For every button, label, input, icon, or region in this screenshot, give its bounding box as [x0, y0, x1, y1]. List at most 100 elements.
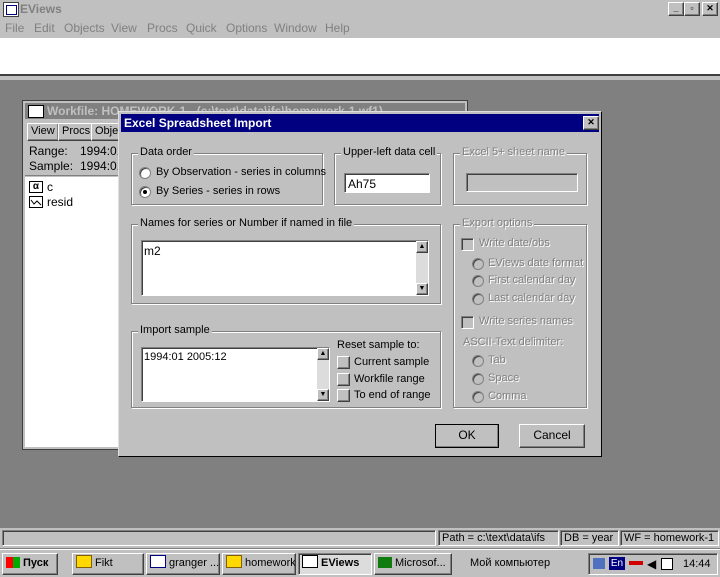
comma-radio[interactable]: [472, 391, 484, 403]
last-day-radio[interactable]: [472, 293, 484, 305]
dialog-close-button[interactable]: ✕: [583, 116, 599, 130]
restore-button[interactable]: ▫: [684, 2, 700, 16]
workfile-view-button[interactable]: View: [27, 123, 59, 141]
sample-scrollbar[interactable]: ▲ ▼: [317, 348, 329, 401]
ok-button[interactable]: OK: [435, 424, 499, 448]
task-excel[interactable]: Microsof...: [374, 553, 452, 575]
menu-help[interactable]: Help: [325, 21, 350, 35]
coef-icon: α: [29, 181, 43, 193]
names-group: Names for series or Number if named in f…: [131, 217, 441, 304]
task-fikt[interactable]: Fikt: [72, 553, 144, 575]
eviews-date-radio[interactable]: [472, 258, 484, 270]
menu-view[interactable]: View: [111, 21, 137, 35]
status-path: Path = c:\text\data\ifs: [438, 530, 559, 546]
end-of-range-label[interactable]: To end of range: [354, 389, 430, 401]
clock: 14:44: [683, 558, 711, 570]
upper-left-input[interactable]: Ah75: [344, 173, 430, 193]
eviews-app-icon: [3, 2, 19, 17]
dialog-titlebar: Excel Spreadsheet Import ✕: [121, 114, 599, 132]
current-sample-label[interactable]: Current sample: [354, 356, 429, 368]
space-radio[interactable]: [472, 373, 484, 385]
write-date-label[interactable]: Write date/obs: [479, 237, 550, 249]
import-sample-label: Import sample: [138, 324, 212, 336]
names-scrollbar[interactable]: ▲ ▼: [416, 241, 428, 295]
by-observation-radio[interactable]: [139, 167, 151, 179]
scroll-up-icon[interactable]: ▲: [416, 241, 428, 253]
language-indicator[interactable]: En: [609, 557, 625, 570]
scroll-down-icon[interactable]: ▼: [317, 389, 329, 401]
windows-logo-icon: [6, 557, 20, 568]
object-c[interactable]: c: [47, 180, 53, 194]
reset-sample-label: Reset sample to:: [337, 339, 420, 351]
comma-label[interactable]: Comma: [488, 390, 527, 402]
network-icon[interactable]: [593, 558, 605, 569]
folder-icon: [226, 555, 242, 568]
import-sample-textarea[interactable]: 1994:01 2005:12 ▲ ▼: [141, 347, 330, 402]
sheet-name-label: Excel 5+ sheet name: [460, 146, 568, 158]
task-granger[interactable]: granger ...: [146, 553, 220, 575]
tray-my-computer[interactable]: Мой компьютер: [470, 557, 550, 569]
taskbar: Пуск Fikt granger ... homework EViews Mi…: [0, 549, 720, 577]
last-day-label[interactable]: Last calendar day: [488, 292, 575, 304]
tab-label[interactable]: Tab: [488, 354, 506, 366]
command-divider: [0, 76, 720, 80]
sheet-name-group: Excel 5+ sheet name: [453, 146, 587, 205]
volume-icon[interactable]: ◀: [647, 558, 656, 570]
tab-radio[interactable]: [472, 355, 484, 367]
sheet-name-input[interactable]: [466, 173, 578, 192]
eviews-date-label[interactable]: EViews date format: [488, 257, 583, 269]
start-button[interactable]: Пуск: [2, 553, 58, 575]
by-series-label[interactable]: By Series - series in rows: [156, 185, 280, 197]
close-button[interactable]: ✕: [702, 2, 718, 16]
menu-file[interactable]: File: [5, 21, 24, 35]
names-value: m2: [144, 244, 161, 258]
cancel-button[interactable]: Cancel: [519, 424, 585, 448]
workfile-icon: [28, 105, 44, 118]
scroll-up-icon[interactable]: ▲: [317, 348, 329, 360]
workfile-range-label[interactable]: Workfile range: [354, 373, 425, 385]
menu-window[interactable]: Window: [274, 21, 317, 35]
scheduler-icon[interactable]: [661, 558, 673, 570]
status-db: DB = year: [560, 530, 619, 546]
first-day-label[interactable]: First calendar day: [488, 274, 575, 286]
write-names-checkbox[interactable]: [461, 316, 474, 329]
by-observation-label[interactable]: By Observation - series in columns: [156, 166, 326, 178]
space-label[interactable]: Space: [488, 372, 519, 384]
current-sample-button[interactable]: [337, 356, 350, 369]
first-day-radio[interactable]: [472, 275, 484, 287]
write-names-label[interactable]: Write series names: [479, 315, 573, 327]
workfile-range-button[interactable]: [337, 373, 350, 386]
upper-left-group: Upper-left data cell Ah75: [334, 146, 441, 205]
write-date-checkbox[interactable]: [461, 238, 474, 251]
start-label: Пуск: [23, 557, 49, 569]
object-resid[interactable]: resid: [47, 195, 73, 209]
workfile-object-list: [25, 177, 121, 447]
menu-procs[interactable]: Procs: [147, 21, 178, 35]
range-label: Range:: [29, 144, 68, 158]
menu-edit[interactable]: Edit: [34, 21, 55, 35]
command-window[interactable]: [0, 38, 720, 76]
excel-import-dialog: Excel Spreadsheet Import ✕ Data order By…: [118, 111, 602, 457]
menu-objects[interactable]: Objects: [64, 21, 105, 35]
export-options-group: Export options Write date/obs EViews dat…: [453, 217, 587, 408]
menu-options[interactable]: Options: [226, 21, 267, 35]
end-of-range-button[interactable]: [337, 389, 350, 402]
task-homework[interactable]: homework: [222, 553, 296, 575]
delimiter-label: ASCII-Text delimiter:: [463, 336, 564, 348]
task-eviews[interactable]: EViews: [298, 553, 372, 575]
names-textarea[interactable]: m2 ▲ ▼: [141, 240, 429, 296]
eviews-icon: [302, 555, 318, 568]
task-eviews-label: EViews: [321, 557, 360, 569]
workfile-procs-button[interactable]: Procs: [58, 123, 95, 141]
scroll-down-icon[interactable]: ▼: [416, 283, 428, 295]
tools-icon[interactable]: [629, 561, 643, 565]
folder-icon: [76, 555, 92, 568]
names-label: Names for series or Number if named in f…: [138, 217, 355, 229]
by-series-radio[interactable]: [139, 186, 151, 198]
upper-left-value: Ah75: [348, 177, 377, 191]
menu-quick[interactable]: Quick: [186, 21, 217, 35]
status-wf: WF = homework-1: [620, 530, 719, 546]
minimize-button[interactable]: _: [668, 2, 684, 16]
task-fikt-label: Fikt: [95, 557, 113, 569]
word-doc-icon: [150, 555, 166, 568]
